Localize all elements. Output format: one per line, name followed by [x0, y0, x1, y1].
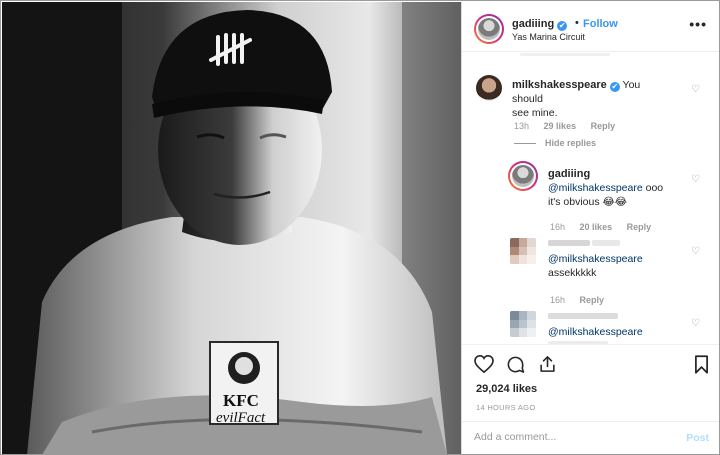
- post-location[interactable]: Yas Marina Circuit: [512, 32, 585, 42]
- verified-badge-icon: ✔: [609, 82, 620, 92]
- post-likes-count[interactable]: 29,024 likes: [476, 383, 537, 395]
- cut-off-previous-comment: [520, 53, 610, 56]
- commenter-avatar[interactable]: [508, 161, 538, 191]
- mention-link[interactable]: @milkshakesspeare: [548, 326, 643, 338]
- comment-time: 16h: [550, 222, 566, 232]
- author-username-text[interactable]: gadiiing: [512, 18, 554, 30]
- like-comment-icon[interactable]: ♡: [691, 85, 701, 95]
- comment-composer: Post: [462, 421, 719, 454]
- pixelated-username: [548, 240, 590, 246]
- comment-meta: 16h Reply: [550, 295, 616, 305]
- comment-time: 13h: [514, 121, 530, 131]
- comment-time: 16h: [550, 295, 566, 305]
- post-side-panel: gadiiing ✔ • Follow Yas Marina Circuit ••…: [461, 2, 719, 454]
- bookmark-save-icon[interactable]: [694, 355, 709, 374]
- commenter-username[interactable]: milkshakesspeare: [512, 79, 607, 91]
- comment-text: gadiiing @milkshakesspeare ooo it's obvi…: [548, 167, 698, 209]
- comment-likes[interactable]: 20 likes: [580, 222, 613, 232]
- more-options-icon[interactable]: •••: [689, 16, 707, 32]
- instagram-post-window: KFC evilFact gadiiing ✔ • Follow Yas Mari…: [0, 0, 720, 455]
- author-avatar[interactable]: [474, 14, 504, 44]
- comment-body-line2: see mine.: [512, 107, 558, 119]
- verified-badge-icon: ✔: [557, 21, 568, 31]
- like-comment-icon[interactable]: ♡: [691, 175, 701, 185]
- comment-body-line2: assekkkkk: [548, 267, 597, 279]
- reply-button[interactable]: Reply: [627, 222, 652, 232]
- comment-meta: 13h 29 likes Reply: [514, 121, 627, 131]
- pixelated-username: [592, 240, 620, 246]
- post-actions-bar: 29,024 likes 14 HOURS AGO: [462, 344, 719, 414]
- mention-link[interactable]: @milkshakesspeare: [548, 182, 643, 194]
- pixelated-username: [548, 313, 618, 319]
- comment-text: @milkshakesspeare: [548, 325, 698, 339]
- hide-replies-button[interactable]: Hide replies: [545, 138, 596, 148]
- pixelated-avatar[interactable]: [510, 238, 536, 264]
- commenter-username[interactable]: gadiiing: [548, 168, 590, 180]
- comments-list[interactable]: milkshakesspeare ✔ You should see mine. ♡…: [462, 53, 719, 344]
- comment-body-line1: ooo: [645, 182, 664, 194]
- comment-bubble-icon[interactable]: [506, 355, 525, 374]
- pixelated-avatar[interactable]: [510, 311, 536, 337]
- post-timestamp[interactable]: 14 HOURS AGO: [476, 403, 535, 412]
- comment-body-line2: it's obvious 😂😂: [548, 196, 628, 208]
- header-separator: •: [575, 17, 579, 29]
- like-comment-icon[interactable]: ♡: [691, 319, 701, 329]
- like-comment-icon[interactable]: ♡: [691, 247, 701, 257]
- like-heart-icon[interactable]: [474, 355, 494, 373]
- post-photo-image: [2, 2, 461, 454]
- shirt-brand-text: KFC: [223, 391, 259, 410]
- share-upload-icon[interactable]: [538, 354, 557, 374]
- comment-meta: 16h 20 likes Reply: [550, 222, 663, 232]
- hide-replies-line: [514, 143, 536, 144]
- commenter-avatar[interactable]: [476, 75, 502, 101]
- follow-button[interactable]: Follow: [583, 18, 618, 30]
- author-username[interactable]: gadiiing ✔: [512, 18, 568, 31]
- post-comment-button[interactable]: Post: [686, 432, 709, 444]
- mention-link[interactable]: @milkshakesspeare: [548, 253, 643, 265]
- reply-button[interactable]: Reply: [591, 121, 616, 131]
- post-photo[interactable]: KFC evilFact: [2, 2, 461, 454]
- comment-likes[interactable]: 29 likes: [544, 121, 577, 131]
- add-comment-input[interactable]: [474, 431, 664, 443]
- comment-text: @milkshakesspeare assekkkkk: [548, 252, 698, 280]
- reply-button[interactable]: Reply: [580, 295, 605, 305]
- shirt-script-text: evilFact: [216, 410, 266, 426]
- post-header: gadiiing ✔ • Follow Yas Marina Circuit ••…: [462, 2, 719, 52]
- comment-text: milkshakesspeare ✔ You should see mine.: [512, 78, 672, 120]
